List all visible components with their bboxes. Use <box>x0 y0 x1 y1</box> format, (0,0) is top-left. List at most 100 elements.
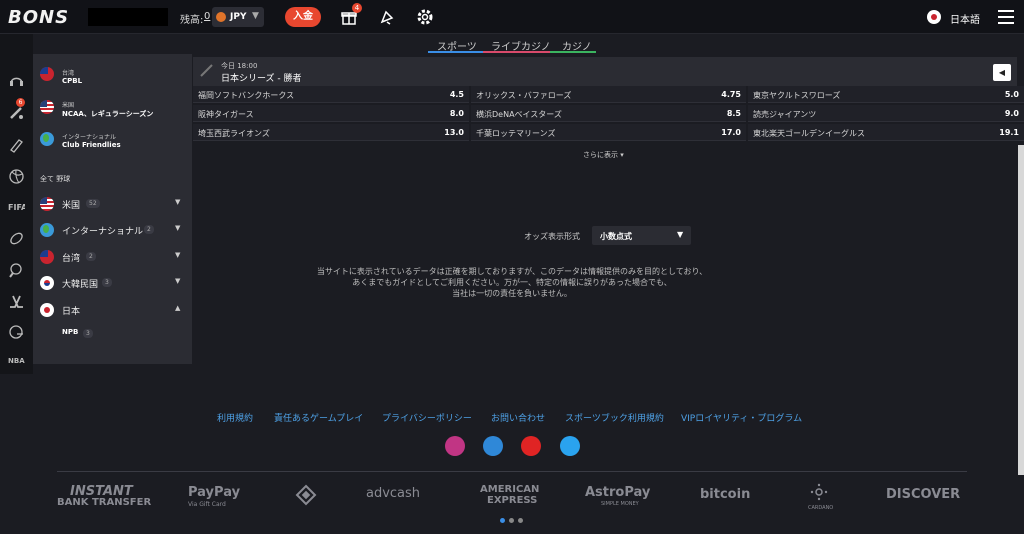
fifa-icon[interactable]: FIFA <box>8 198 25 215</box>
team-name: 福岡ソフトバンクホークス <box>198 91 295 100</box>
pinned-league-cpbl[interactable]: CPBL <box>62 77 82 85</box>
twitter-icon[interactable] <box>560 436 580 456</box>
team-name: オリックス・バファローズ <box>476 91 572 100</box>
volleyball-icon[interactable] <box>8 168 25 185</box>
balance-label: 残高: <box>180 15 204 26</box>
esports-headset-icon[interactable] <box>8 72 25 89</box>
balance-value[interactable]: 0 <box>204 11 210 22</box>
tab-casino-underline <box>550 51 596 53</box>
odds-value: 17.0 <box>721 128 741 137</box>
sidebar-item-label: インターナショナル <box>62 227 144 237</box>
odds-cell[interactable]: 横浜DeNAベイスターズ 8.5 <box>471 105 746 122</box>
paypay-logo-sub: Via Gift Card <box>188 501 226 508</box>
show-more-link[interactable]: さらに表示 ▾ <box>583 150 624 160</box>
footer-link-privacy[interactable]: プライバシーポリシー <box>382 411 472 424</box>
count-badge: 52 <box>86 199 100 208</box>
chevron-up-icon: ▲ <box>175 304 181 312</box>
astropay-logo-sub: SIMPLE MONEY <box>601 501 639 507</box>
sidebar-item-label: 米国 <box>62 201 81 211</box>
odds-value: 9.0 <box>1004 109 1019 118</box>
disclaimer-line: 当社は一切の責任を負いません。 <box>452 289 572 298</box>
chevron-down-icon: ▼ <box>252 11 259 21</box>
site-logo[interactable]: BONS <box>8 7 69 28</box>
footer-link-sportsbook-terms[interactable]: スポーツブック利用規約 <box>565 411 664 424</box>
odds-cell[interactable]: オリックス・バファローズ 4.75 <box>471 86 746 103</box>
sidebar-subitem-npb[interactable]: NPB 3 <box>33 324 192 342</box>
deposit-button[interactable]: 入金 <box>285 7 321 27</box>
odds-cell[interactable]: 埼玉西武ライオンズ 13.0 <box>193 124 469 141</box>
sidebar-item-label: 日本 <box>62 307 81 317</box>
carousel-dot[interactable] <box>509 518 514 523</box>
pinned-country-label: 米国 <box>62 102 75 109</box>
top-bar: BONS 残高: 0 JPY ▼ 入金 4 日本語 <box>0 0 1024 34</box>
scrollbar[interactable] <box>1018 145 1024 475</box>
rugby-icon[interactable] <box>8 230 25 247</box>
promotions-icon[interactable] <box>378 8 396 26</box>
cardano-logo-sub: CARDANO <box>808 505 834 511</box>
blog-icon[interactable] <box>483 436 503 456</box>
odds-format-select[interactable]: 小数点式 ▼ <box>592 226 691 245</box>
bitcoin-logo: bitcoin <box>700 487 751 502</box>
sport-icon-rail: 6 FIFA NBA <box>0 34 33 374</box>
nba-icon[interactable]: NBA <box>8 352 25 369</box>
svg-text:FIFA: FIFA <box>8 203 25 212</box>
binance-logo-icon <box>295 484 317 506</box>
footer-divider <box>57 471 967 472</box>
footer-link-responsible-gaming[interactable]: 責任あるゲームプレイ <box>274 411 363 424</box>
sidebar-subitem-label: NPB <box>62 328 79 336</box>
amex-logo: AMERICAN <box>480 484 540 495</box>
footer-link-vip[interactable]: VIPロイヤリティ・プログラム <box>681 411 802 424</box>
team-name: 読売ジャイアンツ <box>753 110 817 119</box>
tab-sports-underline <box>428 51 483 53</box>
sidebar-item-japan[interactable]: 日本 ▲ <box>33 299 192 321</box>
team-name: 横浜DeNAベイスターズ <box>476 110 562 119</box>
american-football-helmet-icon[interactable] <box>8 324 25 341</box>
footer-link-terms[interactable]: 利用規約 <box>217 411 253 424</box>
odds-cell[interactable]: 東京ヤクルトスワローズ 5.0 <box>748 86 1024 103</box>
collapse-toggle-icon[interactable]: ◀ <box>993 64 1011 81</box>
sidebar-item-usa[interactable]: 米国 52 ▼ <box>33 193 192 215</box>
odds-cell[interactable]: 読売ジャイアンツ 9.0 <box>748 105 1024 122</box>
odds-cell[interactable]: 東北楽天ゴールデンイーグルス 19.1 <box>748 124 1024 141</box>
svg-text:NBA: NBA <box>8 357 25 365</box>
carousel-dot-active[interactable] <box>500 518 505 523</box>
instant-bank-transfer-logo-sub: BANK TRANSFER <box>57 497 152 508</box>
odds-cell[interactable]: 福岡ソフトバンクホークス 4.5 <box>193 86 469 103</box>
youtube-icon[interactable] <box>521 436 541 456</box>
hamburger-menu-icon[interactable] <box>998 10 1014 24</box>
team-name: 東北楽天ゴールデンイーグルス <box>753 129 865 138</box>
pinned-league-ncaa[interactable]: NCAA、レギュラーシーズン <box>62 109 153 119</box>
cricket-icon[interactable] <box>8 137 25 154</box>
carousel-dot[interactable] <box>518 518 523 523</box>
odds-value: 13.0 <box>444 128 464 137</box>
language-selector[interactable]: 日本語 <box>950 11 980 26</box>
event-title: 日本シリーズ - 勝者 <box>221 74 302 84</box>
footer-link-contact[interactable]: お問い合わせ <box>491 411 545 424</box>
sidebar-item-international[interactable]: インターナショナル 2 ▼ <box>33 219 192 241</box>
odds-value: 4.75 <box>721 90 741 99</box>
sidebar-item-taiwan[interactable]: 台湾 2 ▼ <box>33 246 192 268</box>
currency-selector[interactable]: JPY ▼ <box>212 7 264 27</box>
odds-cell[interactable]: 千葉ロッテマリーンズ 17.0 <box>471 124 746 141</box>
chevron-down-icon: ▼ <box>677 230 684 239</box>
count-badge: 2 <box>144 225 154 234</box>
usa-flag-icon <box>40 197 54 211</box>
baseball-badge: 6 <box>16 98 25 107</box>
team-name: 埼玉西武ライオンズ <box>198 129 270 138</box>
disclaimer-line: あくまでもガイドとしてご利用ください。万が一、特定の情報に誤りがあった場合でも、 <box>352 278 672 287</box>
sidebar-section-title: 全て 野球 <box>40 175 71 183</box>
chevron-down-icon: ▼ <box>175 224 181 232</box>
instagram-icon[interactable] <box>445 436 465 456</box>
odds-value: 5.0 <box>1004 90 1019 99</box>
odds-value: 19.1 <box>999 128 1019 137</box>
odds-value: 8.5 <box>726 109 741 118</box>
event-time: 今日 18:00 <box>221 62 258 70</box>
odds-cell[interactable]: 阪神タイガース 8.0 <box>193 105 469 122</box>
odds-format-label: オッズ表示形式 <box>524 232 580 241</box>
pinned-league-club-friendlies[interactable]: Club Friendlies <box>62 141 121 149</box>
japan-flag-icon <box>927 10 941 24</box>
discover-logo: DISCOVER <box>886 487 961 502</box>
team-name: 東京ヤクルトスワローズ <box>753 91 841 100</box>
currency-coin-icon <box>216 12 226 22</box>
gear-icon[interactable] <box>416 8 434 26</box>
